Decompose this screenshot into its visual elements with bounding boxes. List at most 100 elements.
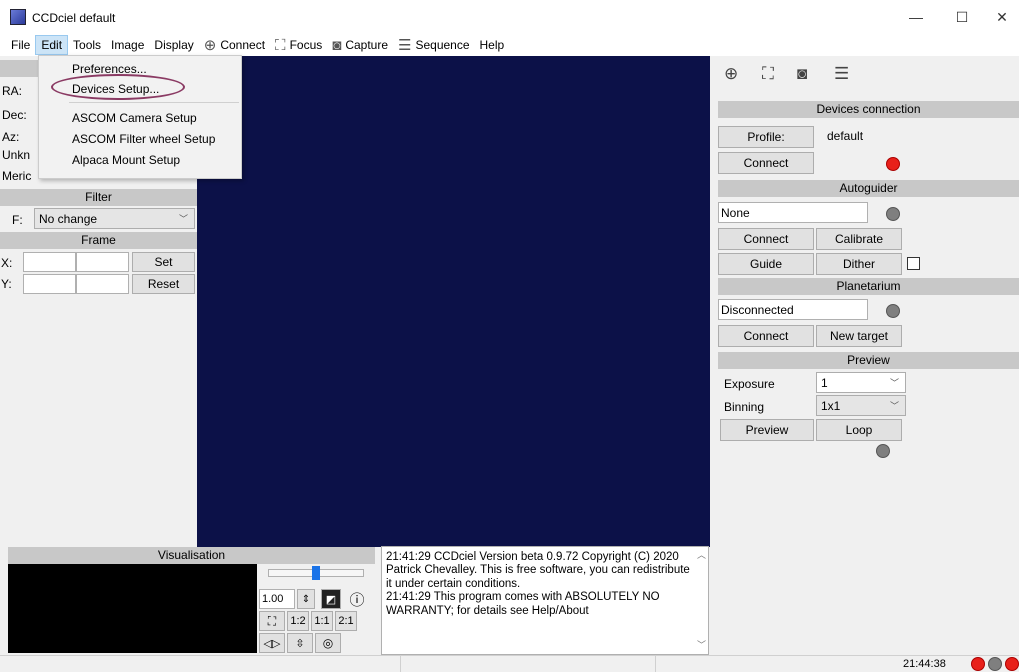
autoguider-status-led (886, 207, 900, 221)
ra-label: RA: (2, 84, 23, 98)
exposure-label: Exposure (724, 377, 775, 391)
focus-icon[interactable]: ⛶ (762, 64, 774, 84)
dec-label: Dec: (2, 108, 27, 122)
title-bar: CCDciel default — ☐ ✕ (0, 0, 1019, 34)
list-icon: ☰ (398, 37, 412, 54)
status-divider (655, 656, 656, 672)
menu-connect-label: Connect (220, 38, 266, 52)
new-target-button[interactable]: New target (816, 325, 902, 347)
camera-icon[interactable]: ◙ (797, 64, 807, 84)
close-button[interactable]: ✕ (985, 0, 1019, 34)
status-led-red (971, 657, 985, 671)
planetarium-field[interactable]: Disconnected (718, 299, 868, 320)
menu-display[interactable]: Display (149, 35, 198, 55)
menu-item-ascom-camera-setup[interactable]: ASCOM Camera Setup (72, 111, 197, 125)
status-divider (400, 656, 401, 672)
edit-menu-dropdown: Preferences... Devices Setup... ASCOM Ca… (38, 55, 242, 179)
frame-height-input[interactable] (76, 274, 129, 294)
frame-width-input[interactable] (76, 252, 129, 272)
planetarium-connect-button[interactable]: Connect (718, 325, 814, 347)
menu-sequence-label: Sequence (415, 38, 470, 52)
status-bar: 21:44:38 (0, 655, 1019, 672)
scroll-down-icon[interactable]: ﹀ (697, 639, 706, 652)
zoom-fit-icon[interactable]: ⛶ (259, 611, 285, 631)
status-led-red (1005, 657, 1019, 671)
set-button[interactable]: Set (132, 252, 195, 272)
crosshair-icon[interactable]: ⊕ (724, 64, 738, 84)
menu-connect[interactable]: ⊕ Connect (199, 35, 270, 55)
invert-icon[interactable]: ◩ (321, 589, 341, 609)
maximize-button[interactable]: ☐ (939, 0, 985, 34)
autoguider-field[interactable]: None (718, 202, 868, 223)
visualisation-header: Visualisation (8, 547, 375, 564)
gamma-input[interactable]: 1.00 (259, 589, 295, 609)
autoguider-connect-button[interactable]: Connect (718, 228, 814, 250)
menu-tools[interactable]: Tools (68, 35, 106, 55)
menu-focus[interactable]: ⛶ Focus (270, 35, 327, 55)
filter-label: F: (12, 213, 23, 227)
histogram-slider-thumb[interactable] (312, 566, 320, 580)
chevron-down-icon: ﹀ (889, 378, 899, 388)
binning-select[interactable]: 1x1 ﹀ (816, 395, 906, 416)
menu-help[interactable]: Help (475, 35, 510, 55)
profile-value: default (827, 129, 864, 143)
dither-button[interactable]: Dither (816, 253, 902, 275)
crosshair-icon: ⊕ (203, 37, 217, 54)
connect-button[interactable]: Connect (718, 152, 814, 174)
calibrate-button[interactable]: Calibrate (816, 228, 902, 250)
log-line: it under certain conditions. (386, 577, 521, 590)
zoom-2-1-button[interactable]: 2:1 (335, 611, 357, 631)
image-display[interactable] (197, 56, 710, 547)
binning-select-value: 1x1 (821, 398, 841, 413)
menu-sequence[interactable]: ☰ Sequence (393, 35, 475, 55)
frame-y-input[interactable] (23, 274, 76, 294)
flip-horizontal-icon[interactable]: ◁▷ (259, 633, 285, 653)
profile-button[interactable]: Profile: (718, 126, 814, 148)
y-label: Y: (1, 277, 12, 291)
reset-button[interactable]: Reset (132, 274, 195, 294)
menu-file[interactable]: File (6, 35, 35, 55)
zoom-1-1-button[interactable]: 1:1 (311, 611, 333, 631)
connection-status-led (886, 157, 900, 171)
frame-header: Frame (0, 232, 197, 249)
dither-checkbox[interactable] (907, 257, 920, 270)
exposure-select[interactable]: 1 ﹀ (816, 372, 906, 393)
gamma-spinner[interactable]: ⇕ (297, 589, 315, 609)
log-line: Patrick Chevalley. This is free software… (386, 564, 690, 577)
autoguider-header: Autoguider (718, 180, 1019, 197)
frame-x-input[interactable] (23, 252, 76, 272)
status-time: 21:44:38 (903, 658, 946, 670)
target-icon[interactable]: ◎ (315, 633, 341, 653)
x-label: X: (1, 256, 13, 270)
filter-header: Filter (0, 189, 197, 206)
right-panel: ⊕ ⛶ ◙ ☰ Devices connection Profile: defa… (710, 56, 1019, 655)
menu-capture[interactable]: ◙ Capture (327, 35, 393, 55)
preview-status-led (876, 444, 890, 458)
chevron-down-icon: ﹀ (889, 401, 899, 411)
loop-button[interactable]: Loop (816, 419, 902, 441)
unknown-label: Unkn (2, 148, 31, 162)
focus-icon: ⛶ (275, 36, 286, 54)
scroll-up-icon[interactable]: ︿ (697, 549, 706, 562)
menu-item-ascom-filter-wheel-setup[interactable]: ASCOM Filter wheel Setup (72, 132, 215, 146)
guide-button[interactable]: Guide (718, 253, 814, 275)
list-icon[interactable]: ☰ (834, 64, 849, 84)
info-icon[interactable]: ⓘ (347, 589, 367, 609)
filter-select[interactable]: No change ﹀ (34, 208, 195, 229)
log-panel[interactable]: 21:41:29 CCDciel Version beta 0.9.72 Cop… (381, 546, 709, 655)
meridian-label: Meric (2, 169, 32, 183)
menu-capture-label: Capture (345, 38, 389, 52)
log-line: 21:41:29 This program comes with ABSOLUT… (386, 591, 660, 604)
log-line: 21:41:29 CCDciel Version beta 0.9.72 Cop… (386, 551, 679, 563)
menu-image[interactable]: Image (106, 35, 149, 55)
az-label: Az: (2, 130, 20, 144)
flip-vertical-icon[interactable]: ⇳ (287, 633, 313, 653)
zoom-1-2-button[interactable]: 1:2 (287, 611, 309, 631)
preview-header: Preview (718, 352, 1019, 369)
app-icon (10, 9, 26, 25)
window-title: CCDciel default (32, 11, 116, 25)
menu-edit[interactable]: Edit (35, 35, 69, 55)
preview-button[interactable]: Preview (720, 419, 814, 441)
minimize-button[interactable]: — (893, 0, 939, 34)
menu-item-alpaca-mount-setup[interactable]: Alpaca Mount Setup (72, 153, 180, 167)
